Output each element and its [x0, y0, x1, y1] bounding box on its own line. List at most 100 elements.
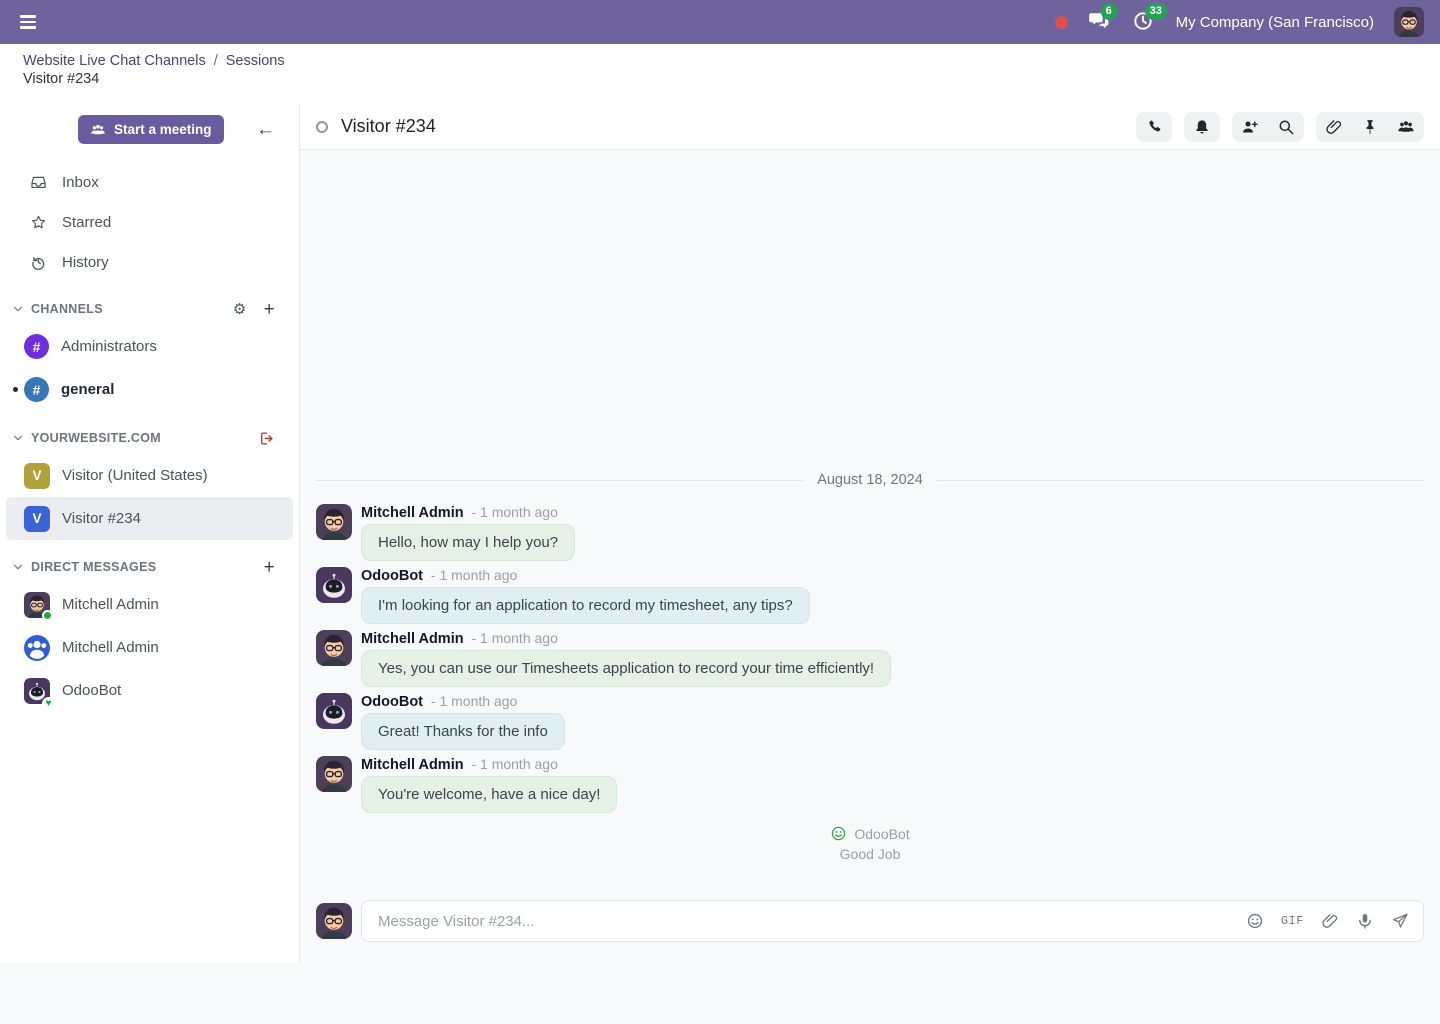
chat-header: Visitor #234: [300, 104, 1440, 150]
breadcrumb-link-livechat-channels[interactable]: Website Live Chat Channels: [23, 53, 206, 69]
bottom-spacer: [316, 942, 1424, 1024]
message-author: Mitchell Admin: [361, 505, 464, 521]
message-avatar: [316, 630, 352, 666]
voice-message-icon[interactable]: [1356, 912, 1374, 930]
message-bubble: You're welcome, have a nice day!: [361, 776, 617, 813]
meeting-people-icon: [90, 122, 106, 138]
message: Mitchell Admin - 1 month ago Hello, how …: [316, 504, 1424, 561]
message: OdooBot - 1 month ago I'm looking for an…: [316, 567, 1424, 624]
leave-livechat-icon[interactable]: [258, 430, 275, 447]
sidebar-item-label: Starred: [62, 214, 111, 231]
message-timestamp: - 1 month ago: [471, 504, 557, 520]
message-avatar: [316, 693, 352, 729]
dm-item-mitchell-admin[interactable]: Mitchell Admin: [6, 583, 293, 626]
send-message-icon[interactable]: [1391, 912, 1409, 930]
message-bubble: Hello, how may I help you?: [361, 524, 575, 561]
message-bubble: Great! Thanks for the info: [361, 713, 565, 750]
company-switcher[interactable]: My Company (San Francisco): [1176, 14, 1374, 31]
notification-bell-icon[interactable]: [1193, 118, 1211, 136]
message-timestamp: - 1 month ago: [471, 630, 557, 646]
activities-tray-button[interactable]: 33: [1132, 10, 1156, 34]
chat-panel: Visitor #234 August 18, 2024: [300, 104, 1440, 1024]
happy-rating-icon: [830, 825, 847, 842]
attachments-icon[interactable]: [1325, 118, 1343, 136]
dm-name: Mitchell Admin: [62, 596, 159, 613]
livechat-rating: OdooBot Good Job: [316, 825, 1424, 862]
recording-indicator-icon: [1055, 16, 1068, 29]
message-author: Mitchell Admin: [361, 757, 464, 773]
visitor-avatar: V: [24, 463, 50, 489]
user-avatar-image: [1394, 7, 1424, 37]
composer-avatar: [316, 903, 352, 939]
dm-section-header[interactable]: DIRECT MESSAGES +: [12, 555, 275, 579]
emoji-picker-icon[interactable]: [1246, 912, 1264, 930]
message-bubble: I'm looking for an application to record…: [361, 587, 810, 624]
message-header: Mitchell Admin - 1 month ago: [361, 504, 575, 521]
message-avatar: [316, 504, 352, 540]
pinned-messages-icon[interactable]: [1361, 118, 1379, 136]
message: Mitchell Admin - 1 month ago Yes, you ca…: [316, 630, 1424, 687]
message-bubble: Yes, you can use our Timesheets applicat…: [361, 650, 891, 687]
invite-user-icon[interactable]: [1241, 118, 1259, 136]
discuss-sidebar: Start a meeting ← Inbox Starred History …: [0, 104, 300, 963]
channel-item-administrators[interactable]: # Administrators: [6, 325, 293, 368]
livechat-item-visitor-us[interactable]: V Visitor (United States): [6, 454, 293, 497]
sidebar-menu: Inbox Starred History: [0, 162, 299, 282]
livechat-name: Visitor (United States): [62, 467, 208, 484]
channel-item-general[interactable]: # general: [6, 368, 293, 411]
add-channel-icon[interactable]: +: [264, 300, 275, 319]
channel-name: Administrators: [61, 338, 157, 355]
thread-title[interactable]: Visitor #234: [341, 116, 436, 137]
attach-file-icon[interactable]: [1321, 912, 1339, 930]
start-meeting-button[interactable]: Start a meeting: [78, 115, 224, 144]
dm-avatar: [24, 592, 50, 618]
livechat-item-visitor-234[interactable]: V Visitor #234: [6, 497, 293, 540]
livechat-section-header[interactable]: YOURWEBSITE.COM: [12, 426, 275, 450]
gif-picker-button[interactable]: GIF: [1281, 914, 1304, 928]
rating-comment: Good Job: [316, 846, 1424, 862]
dm-item-odoobot[interactable]: ♥ OdooBot: [6, 669, 293, 712]
messages-tray-button[interactable]: 6: [1088, 10, 1112, 34]
dm-section-title: DIRECT MESSAGES: [31, 560, 156, 574]
composer-box: GIF: [361, 900, 1424, 942]
collapse-sidebar-icon[interactable]: ←: [256, 120, 275, 139]
chat-body: August 18, 2024 Mitchell Admin - 1 month…: [300, 150, 1440, 1024]
dm-avatar: [24, 635, 50, 661]
group-avatar-image: [24, 635, 50, 661]
dm-avatar: ♥: [24, 678, 50, 704]
add-dm-icon[interactable]: +: [264, 558, 275, 577]
message-header: Mitchell Admin - 1 month ago: [361, 756, 617, 773]
message: OdooBot - 1 month ago Great! Thanks for …: [316, 693, 1424, 750]
message-avatar: [316, 567, 352, 603]
search-messages-icon[interactable]: [1277, 118, 1295, 136]
message-composer: GIF: [316, 900, 1424, 942]
activities-badge: 33: [1145, 3, 1167, 20]
message-author: Mitchell Admin: [361, 631, 464, 647]
sidebar-item-inbox[interactable]: Inbox: [0, 162, 299, 202]
channels-section-title: CHANNELS: [31, 302, 103, 316]
message-header: OdooBot - 1 month ago: [361, 693, 565, 710]
livechat-name: Visitor #234: [62, 510, 141, 527]
messages-badge: 6: [1101, 3, 1117, 20]
sidebar-item-starred[interactable]: Starred: [0, 202, 299, 242]
date-divider: August 18, 2024: [316, 472, 1424, 488]
dm-item-mitchell-admin-group[interactable]: Mitchell Admin: [6, 626, 293, 669]
call-icon[interactable]: [1145, 118, 1163, 136]
sidebar-item-history[interactable]: History: [0, 242, 299, 282]
channels-section-header[interactable]: CHANNELS ⚙ +: [12, 297, 275, 321]
apps-menu-icon[interactable]: [16, 11, 40, 33]
rating-author: OdooBot: [854, 826, 909, 842]
user-menu-avatar[interactable]: [1394, 7, 1424, 37]
sidebar-item-label: Inbox: [62, 174, 99, 191]
main-region: Start a meeting ← Inbox Starred History …: [0, 104, 1440, 1024]
message-input[interactable]: [378, 913, 1246, 930]
breadcrumb-link-sessions[interactable]: Sessions: [226, 53, 285, 69]
sidebar-item-label: History: [62, 254, 109, 271]
message-author: OdooBot: [361, 568, 423, 584]
channels-settings-icon[interactable]: ⚙: [233, 302, 247, 317]
channel-hash-icon: #: [24, 334, 49, 359]
members-icon[interactable]: [1397, 118, 1415, 136]
heart-status-icon: ♥: [42, 697, 55, 710]
chevron-down-icon: [12, 303, 24, 315]
channel-name: general: [61, 381, 114, 398]
